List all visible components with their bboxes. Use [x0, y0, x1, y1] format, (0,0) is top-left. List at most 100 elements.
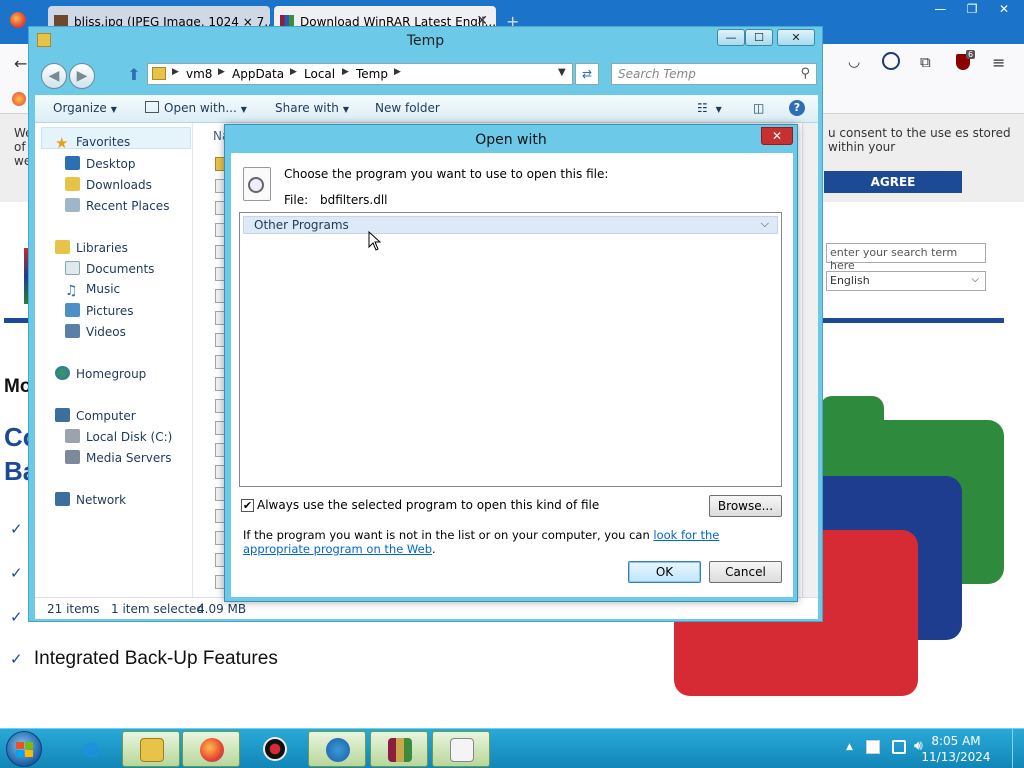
sidebar-item-media-servers[interactable]: Media Servers — [65, 450, 171, 465]
file-label: File: — [284, 193, 309, 207]
up-arrow-icon[interactable]: ⬆ — [125, 65, 143, 85]
minimize-button[interactable]: — — [717, 29, 745, 46]
tray-overflow-icon[interactable]: ▲ — [846, 742, 853, 752]
vertical-scrollbar[interactable] — [802, 123, 818, 597]
close-button[interactable]: ✕ — [777, 29, 815, 46]
cookie-text: u consent to the use es stored within yo… — [828, 126, 1011, 154]
breadcrumb-chevron-icon[interactable]: ▶ — [290, 67, 297, 77]
view-options-icon[interactable]: ☷ ▼ — [697, 101, 722, 115]
documents-icon — [65, 261, 80, 275]
sidebar-item-desktop[interactable]: Desktop — [65, 156, 136, 171]
group-header-other-programs[interactable]: Other Programs ⌵ — [243, 216, 778, 234]
new-folder-button[interactable]: New folder — [375, 101, 440, 115]
browse-button[interactable]: Browse... — [709, 495, 782, 517]
help-icon[interactable]: ? — [789, 100, 805, 116]
back-arrow-icon[interactable]: ← — [14, 54, 27, 73]
chevron-down-icon[interactable]: ⌵ — [761, 217, 769, 231]
sidebar-item-recent-places[interactable]: Recent Places — [65, 198, 169, 213]
sidebar-item-pictures[interactable]: Pictures — [65, 303, 134, 318]
sidebar-item-libraries[interactable]: Libraries — [55, 240, 128, 255]
taskbar-firefox[interactable] — [182, 731, 240, 767]
close-button[interactable]: ✕ — [761, 127, 793, 145]
taskbar-winrar[interactable] — [370, 731, 428, 767]
feature-item: ✓ Integrated Back-Up Features — [10, 648, 278, 670]
sidebar-item-favorites[interactable]: ★ Favorites — [55, 135, 130, 151]
always-use-label[interactable]: Always use the selected program to open … — [257, 498, 599, 512]
taskbar-file-explorer[interactable] — [122, 731, 180, 767]
always-use-checkbox[interactable]: ✔ — [241, 499, 254, 512]
extensions-icon[interactable]: ⧉ — [920, 53, 931, 71]
sidebar-item-downloads[interactable]: Downloads — [65, 177, 152, 192]
taskbar-task-list[interactable] — [432, 731, 490, 767]
internet-explorer-icon: e — [82, 734, 100, 764]
navigation-pane: ★ Favorites Desktop Downloads Recent Plac… — [35, 123, 193, 597]
back-button[interactable]: ◀ — [41, 63, 67, 89]
preview-pane-icon[interactable]: ◫ — [753, 101, 764, 115]
organize-button[interactable]: Organize ▼ — [53, 101, 117, 115]
breadcrumb-temp[interactable]: Temp — [356, 67, 388, 81]
download-manager-icon — [326, 738, 350, 762]
breadcrumb-local[interactable]: Local — [304, 67, 335, 81]
dialog-prompt: Choose the program you want to use to op… — [284, 167, 609, 181]
breadcrumb-vm8[interactable]: vm8 — [186, 67, 212, 81]
info-text-body: If the program you want is not in the li… — [243, 528, 654, 542]
clock-time[interactable]: 8:05 AM — [926, 734, 986, 748]
chevron-down-icon[interactable]: ▼ — [558, 67, 566, 78]
refresh-icon[interactable]: ⇄ — [575, 63, 599, 85]
program-list[interactable]: Other Programs ⌵ — [239, 212, 782, 487]
site-search-input[interactable]: enter your search term here — [826, 243, 986, 272]
cancel-button[interactable]: Cancel — [709, 561, 782, 583]
breadcrumb-chevron-icon[interactable]: ▶ — [172, 67, 179, 77]
sidebar-item-network[interactable]: Network — [55, 492, 126, 507]
sidebar-item-videos[interactable]: Videos — [65, 324, 126, 339]
network-tray-icon[interactable] — [892, 740, 906, 754]
action-center-icon[interactable] — [866, 740, 880, 754]
clock-date[interactable]: 11/13/2024 — [914, 750, 998, 764]
media-app-icon — [263, 737, 287, 761]
computer-icon — [55, 408, 70, 422]
forward-button[interactable]: ▶ — [69, 63, 95, 89]
sidebar-item-music[interactable]: ♫ Music — [65, 282, 120, 298]
feature-label: Integrated Back-Up Features — [33, 648, 278, 669]
homegroup-icon — [55, 366, 70, 380]
restore-button[interactable]: ❐ — [958, 0, 986, 18]
share-with-button[interactable]: Share with ▼ — [275, 101, 349, 115]
windows-logo-icon — [16, 742, 33, 757]
agree-button[interactable]: AGREE — [824, 171, 962, 193]
dialog-title: Open with — [475, 132, 547, 148]
sidebar-item-homegroup[interactable]: Homegroup — [55, 366, 146, 381]
sidebar-item-computer[interactable]: Computer — [55, 408, 136, 423]
maximize-button[interactable]: ☐ — [745, 29, 773, 46]
pictures-icon — [65, 303, 80, 317]
menu-icon[interactable]: ≡ — [992, 53, 1005, 72]
firefox-bookmark-icon[interactable] — [12, 92, 26, 106]
taskbar: e ▲ 🔊︎ 8:05 AM 11/13/2024 — [0, 728, 1024, 768]
account-icon[interactable] — [882, 52, 900, 70]
check-icon: ✓ — [10, 564, 23, 582]
task-list-icon — [450, 738, 474, 762]
minimize-button[interactable]: — — [926, 0, 954, 18]
address-bar[interactable]: ▶ vm8 ▶ AppData ▶ Local ▶ Temp ▶ ▼ — [147, 63, 573, 85]
sidebar-item-documents[interactable]: Documents — [65, 261, 154, 276]
close-button[interactable]: ✕ — [990, 0, 1018, 18]
firefox-icon — [200, 738, 224, 762]
breadcrumb-chevron-icon[interactable]: ▶ — [342, 67, 349, 77]
show-desktop-button[interactable] — [1012, 729, 1024, 768]
start-button[interactable] — [6, 731, 42, 767]
pocket-icon[interactable]: ◡ — [848, 54, 860, 70]
language-select[interactable]: English ⌵ — [826, 271, 986, 291]
mouse-cursor-icon — [368, 231, 382, 251]
taskbar-internet-explorer[interactable]: e — [62, 731, 120, 767]
winrar-icon — [388, 738, 412, 762]
sidebar-item-local-disk[interactable]: Local Disk (C:) — [65, 429, 172, 444]
open-with-button[interactable]: Open with... ▼ — [145, 101, 247, 115]
search-input[interactable]: Search Temp ⚲ — [611, 63, 817, 85]
ok-button[interactable]: OK — [628, 561, 701, 583]
breadcrumb-appdata[interactable]: AppData — [232, 67, 284, 81]
selection-size: 4.09 MB — [197, 602, 247, 616]
taskbar-download-manager[interactable] — [308, 731, 366, 767]
taskbar-media-app[interactable] — [246, 731, 304, 767]
breadcrumb-chevron-icon[interactable]: ▶ — [394, 67, 401, 77]
breadcrumb-chevron-icon[interactable]: ▶ — [218, 67, 225, 77]
folder-icon — [152, 67, 166, 80]
